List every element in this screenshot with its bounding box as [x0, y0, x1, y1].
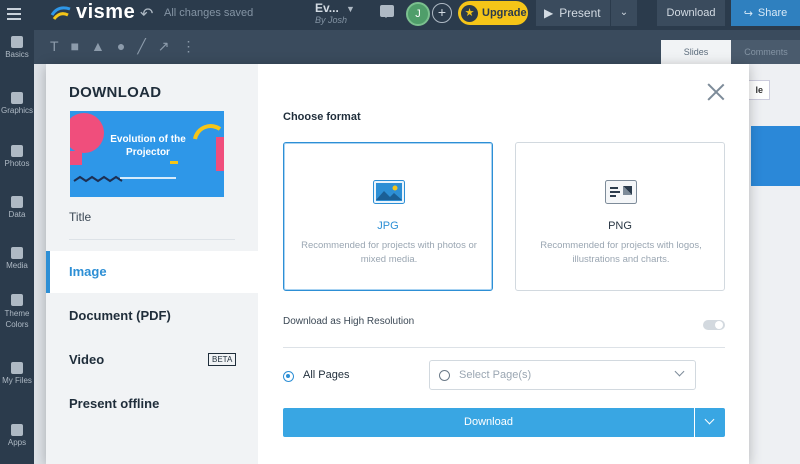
thumbnail-title: Evolution of the Projector [110, 134, 186, 158]
format-description: Recommended for projects with photos or … [301, 240, 477, 265]
download-options-chevron-icon[interactable] [695, 408, 725, 437]
choose-format-heading: Choose format [283, 111, 361, 123]
tab-comments[interactable]: Comments [731, 40, 800, 64]
tab-slides[interactable]: Slides [661, 40, 731, 64]
select-pages-radio[interactable] [439, 370, 450, 381]
right-panel-tabs: Slides Comments [661, 40, 800, 64]
project-title[interactable]: Ev... [315, 1, 339, 15]
sidebar-item-theme-colors[interactable]: Theme Colors [0, 294, 34, 330]
present-options-chevron-icon[interactable]: ⌄ [611, 0, 637, 26]
triangle-tool-icon[interactable]: ▲ [91, 38, 105, 55]
visme-logo-icon [50, 5, 71, 20]
top-download-button[interactable]: Download [657, 0, 725, 26]
format-name: PNG [608, 220, 632, 232]
share-button[interactable]: ↪ Share [731, 0, 800, 26]
dialog-title: DOWNLOAD [69, 84, 162, 101]
select-pages-placeholder: Select Page(s) [459, 369, 532, 381]
sidebar-item-label: Apps [7, 438, 27, 447]
palette-icon [11, 294, 23, 306]
download-button[interactable]: Download [283, 408, 694, 437]
format-card-png[interactable]: PNG Recommended for projects with logos,… [515, 142, 725, 291]
select-pages-dropdown[interactable]: Select Page(s) [429, 360, 696, 390]
slides-panel [749, 64, 800, 464]
undo-icon[interactable]: ↶ [140, 4, 153, 24]
chat-icon[interactable] [380, 5, 394, 18]
text-tool-icon[interactable]: T [50, 38, 59, 55]
folder-icon [11, 362, 23, 374]
download-dialog: DOWNLOAD Evolution of the Projector Titl… [46, 64, 749, 464]
menu-item-document-pdf[interactable]: Document (PDF) [46, 295, 258, 337]
present-button[interactable]: ▶ Present [536, 0, 610, 26]
menu-item-image[interactable]: Image [46, 251, 258, 293]
sidebar-item-label: Media [6, 261, 28, 270]
upgrade-label: Upgrade [482, 7, 527, 19]
share-icon: ↪ [743, 7, 753, 20]
logo-text: visme [76, 1, 136, 23]
sidebar-item-label: Data [8, 210, 26, 219]
sidebar-item-label: Basics [5, 50, 29, 59]
menu-icon[interactable] [0, 0, 28, 28]
high-resolution-label: Download as High Resolution [283, 316, 415, 327]
format-name: JPG [377, 220, 399, 232]
basics-icon [11, 36, 23, 48]
sidebar-item-label: Photos [4, 159, 30, 168]
sidebar-item-data[interactable]: Data [0, 196, 34, 219]
sidebar-item-media[interactable]: Media [0, 247, 34, 270]
thumbnail-subtitle-line [120, 177, 176, 179]
sidebar-item-my-files[interactable]: My Files [0, 362, 34, 385]
document-graphic-icon [605, 180, 637, 204]
visme-logo[interactable]: visme [50, 1, 135, 24]
star-icon: ★ [461, 4, 478, 22]
share-label: Share [757, 7, 788, 19]
more-tools-icon[interactable]: ⋮ [182, 38, 196, 55]
add-collaborator-button[interactable]: + [432, 3, 452, 23]
media-icon [11, 247, 23, 259]
apps-icon [11, 424, 23, 436]
all-pages-label[interactable]: All Pages [303, 369, 349, 381]
photos-icon [11, 145, 23, 157]
save-status: All changes saved [164, 7, 254, 19]
left-sidebar: Basics Graphics Photos Data Media Theme … [0, 30, 34, 464]
shape-tools: T ■ ▲ ● ╱ ↗ ⋮ [50, 38, 196, 55]
thumbnail-caption: Title [69, 210, 92, 224]
beta-badge: BETA [208, 353, 237, 366]
divider [69, 239, 235, 240]
project-author: By Josh [315, 15, 348, 25]
menu-item-present-offline[interactable]: Present offline [46, 383, 258, 425]
upgrade-button[interactable]: ★ Upgrade [458, 1, 528, 25]
all-pages-radio[interactable] [283, 371, 294, 382]
sidebar-item-basics[interactable]: Basics [0, 36, 34, 59]
divider [283, 347, 725, 348]
format-card-jpg[interactable]: JPG Recommended for projects with photos… [283, 142, 493, 291]
circle-tool-icon[interactable]: ● [117, 38, 125, 55]
sidebar-item-label: Theme Colors [4, 309, 30, 329]
arrow-tool-icon[interactable]: ↗ [158, 38, 170, 55]
sidebar-item-label: My Files [2, 376, 32, 385]
sidebar-item-apps[interactable]: Apps [0, 424, 34, 447]
rectangle-tool-icon[interactable]: ■ [71, 38, 79, 55]
graphics-icon [11, 92, 23, 104]
play-icon: ▶ [544, 6, 554, 20]
project-thumbnail: Evolution of the Projector [70, 111, 224, 197]
high-resolution-toggle[interactable] [703, 320, 725, 330]
chevron-down-icon [674, 366, 685, 377]
sidebar-item-label: Graphics [0, 106, 33, 115]
avatar[interactable]: J [406, 2, 430, 26]
close-icon[interactable] [707, 83, 725, 101]
sidebar-item-graphics[interactable]: Graphics [0, 92, 34, 115]
chevron-down-icon[interactable]: ▼ [346, 4, 355, 14]
present-label: Present [559, 6, 601, 20]
pie-chart-icon [11, 196, 23, 208]
sidebar-item-photos[interactable]: Photos [0, 145, 34, 168]
image-icon [373, 180, 405, 204]
line-tool-icon[interactable]: ╱ [137, 38, 145, 55]
format-description: Recommended for projects with logos, ill… [540, 240, 702, 265]
slide-thumbnail[interactable] [751, 126, 800, 186]
